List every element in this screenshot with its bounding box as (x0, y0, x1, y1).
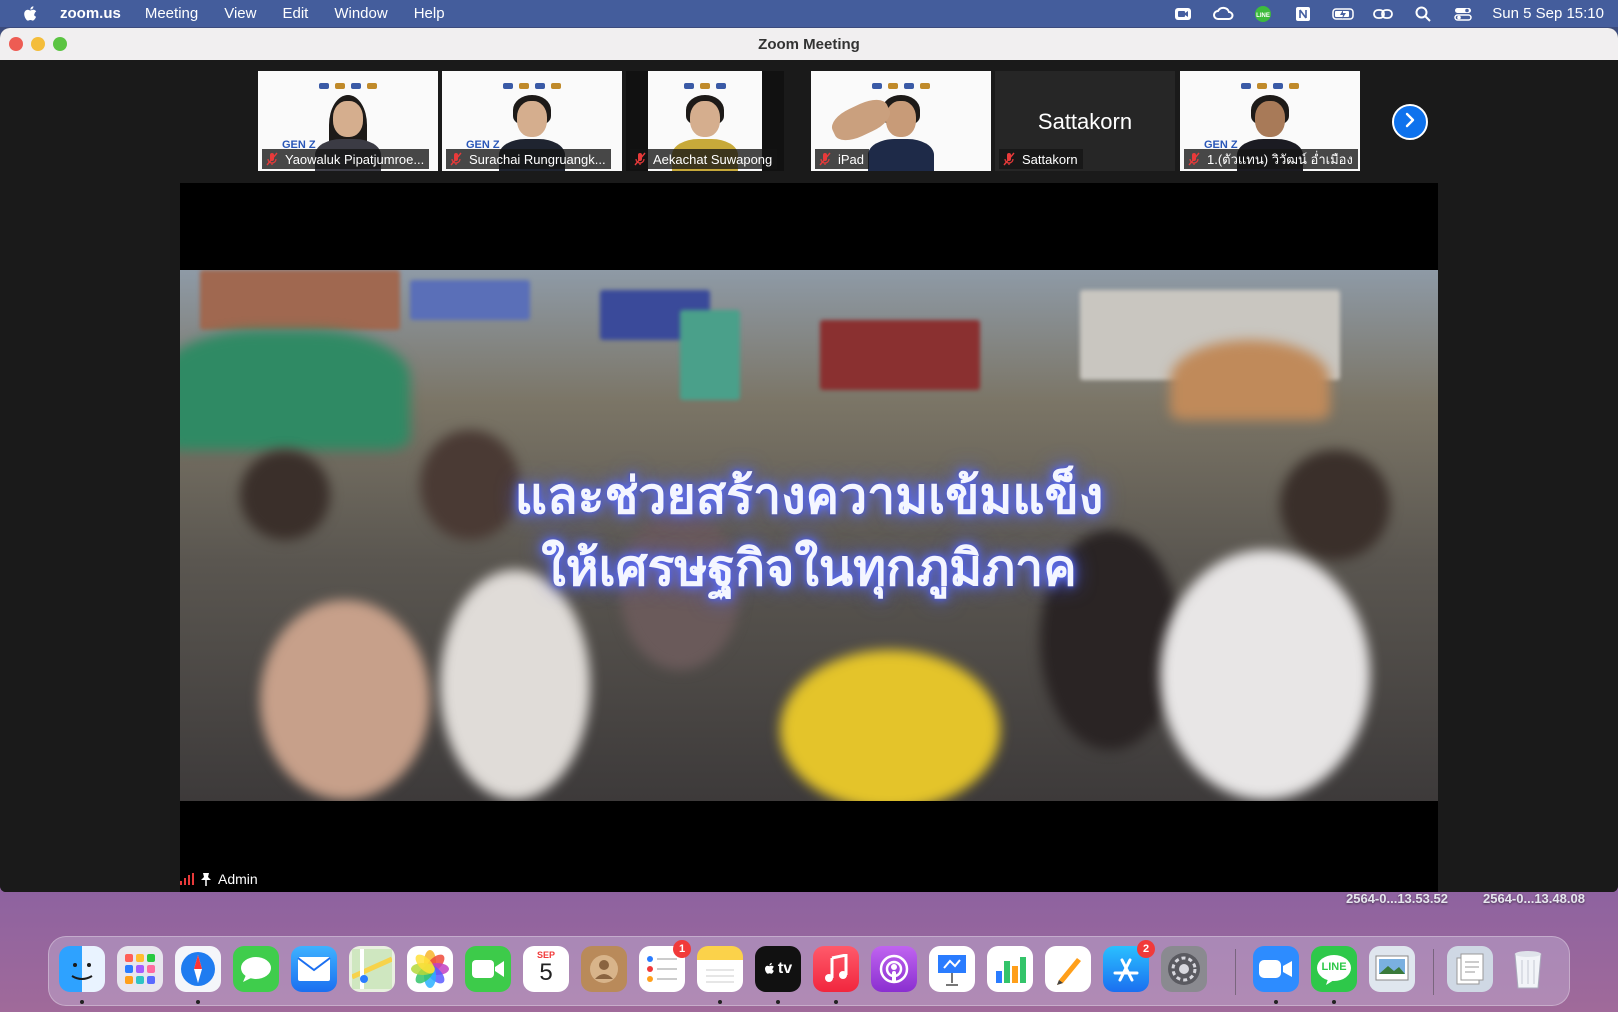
participant-name-tag: Aekachat Suwapong (630, 149, 778, 169)
zoom-app-icon[interactable] (1253, 946, 1299, 992)
battery-icon[interactable] (1332, 5, 1354, 23)
chevron-right-icon (1403, 112, 1417, 133)
menu-edit[interactable]: Edit (282, 5, 308, 22)
mic-muted-icon (818, 152, 832, 166)
podcasts-icon[interactable] (871, 946, 917, 992)
notes-icon[interactable] (697, 946, 743, 992)
meeting-content: GEN Z Yaowaluk Pipatjumroe... GEN Z Sura… (0, 60, 1618, 892)
event-banner (442, 79, 622, 93)
link-icon[interactable] (1372, 5, 1394, 23)
search-icon[interactable] (1412, 5, 1434, 23)
svg-text:LINE: LINE (1256, 13, 1270, 19)
mic-muted-icon (633, 152, 647, 166)
participant-name: 1.(ตัวแทน) วิวัฒน์ อ่ำเมือง (1207, 151, 1353, 167)
mic-muted-icon (449, 152, 463, 166)
participant-name-tag: Surachai Rungruangk... (446, 149, 611, 169)
menu-meeting[interactable]: Meeting (145, 5, 198, 22)
participant-thumbnail[interactable]: Sattakorn Sattakorn (995, 71, 1175, 171)
menu-window[interactable]: Window (334, 5, 387, 22)
contacts-icon[interactable] (581, 946, 627, 992)
event-banner (811, 79, 991, 93)
desktop-file-label[interactable]: 2564-0...13.53.52 (1346, 891, 1448, 906)
event-banner (648, 79, 762, 93)
shared-video-frame: และช่วยสร้างความเข้มแข็ง ให้เศรษฐกิจในทุ… (180, 270, 1438, 801)
preview-icon[interactable] (1369, 946, 1415, 992)
documents-stack-icon[interactable] (1447, 946, 1493, 992)
calendar-icon[interactable]: SEP 5 (523, 946, 569, 992)
mic-muted-icon (265, 152, 279, 166)
finder-icon[interactable] (59, 946, 105, 992)
control-center-icon[interactable] (1452, 5, 1474, 23)
creative-cloud-icon[interactable] (1212, 5, 1234, 23)
menu-view[interactable]: View (224, 5, 256, 22)
line-status-icon[interactable]: LINE (1252, 5, 1274, 23)
maps-icon[interactable] (349, 946, 395, 992)
menu-bar: zoom.us Meeting View Edit Window Help LI… (0, 0, 1618, 27)
close-window-button[interactable] (9, 37, 23, 51)
caption-line-2: ให้เศรษฐกิจในทุกภูมิภาค (541, 539, 1077, 597)
numbers-icon[interactable] (987, 946, 1033, 992)
window-titlebar: Zoom Meeting (0, 28, 1618, 60)
caption-line-1: และช่วยสร้างความเข้มแข็ง (514, 467, 1104, 525)
apple-tv-icon[interactable]: tv (755, 946, 801, 992)
photos-icon[interactable] (407, 946, 453, 992)
participant-name-tag: Sattakorn (999, 149, 1083, 169)
apple-tv-label: tv (777, 960, 793, 977)
participant-name: Surachai Rungruangk... (469, 151, 606, 167)
trash-icon[interactable] (1505, 946, 1551, 992)
desktop-file-label[interactable]: 2564-0...13.48.08 (1483, 891, 1585, 906)
menubar-clock[interactable]: Sun 5 Sep 15:10 (1492, 5, 1604, 22)
mail-icon[interactable] (291, 946, 337, 992)
window-title: Zoom Meeting (758, 35, 860, 53)
event-banner (1180, 79, 1360, 93)
mic-muted-icon (1187, 152, 1201, 166)
apple-icon[interactable] (22, 5, 40, 23)
participant-name: Sattakorn (1022, 151, 1078, 167)
participant-thumbnail[interactable]: GEN Z Yaowaluk Pipatjumroe... (258, 71, 438, 171)
participant-thumbnail[interactable]: GEN Z 1.(ตัวแทน) วิวัฒน์ อ่ำเมือง (1180, 71, 1360, 171)
safari-icon[interactable] (175, 946, 221, 992)
participant-name-tag: 1.(ตัวแทน) วิวัฒน์ อ่ำเมือง (1184, 149, 1358, 169)
app-menu-zoom[interactable]: zoom.us (60, 5, 121, 22)
participant-thumbnail[interactable]: GEN Z Surachai Rungruangk... (442, 71, 622, 171)
participant-name-tag: Yaowaluk Pipatjumroe... (262, 149, 430, 169)
participant-thumbnail[interactable]: Aekachat Suwapong (626, 71, 784, 171)
calendar-day: 5 (539, 959, 553, 986)
presenter-label: Admin (180, 868, 258, 890)
menu-help[interactable]: Help (414, 5, 445, 22)
event-banner (258, 79, 438, 93)
participant-name: iPad (838, 151, 865, 167)
system-preferences-icon[interactable] (1161, 946, 1207, 992)
shared-screen[interactable]: และช่วยสร้างความเข้มแข็ง ให้เศรษฐกิจในทุ… (180, 183, 1438, 892)
participant-thumbnail[interactable]: iPad (811, 71, 991, 171)
notion-icon[interactable] (1292, 5, 1314, 23)
zoom-meeting-window: Zoom Meeting GEN Z Yaowaluk Pipatjumroe.… (0, 28, 1618, 892)
fullscreen-window-button[interactable] (53, 37, 67, 51)
video-caption: และช่วยสร้างความเข้มแข็ง ให้เศรษฐกิจในทุ… (180, 460, 1438, 604)
launchpad-icon[interactable] (117, 946, 163, 992)
signal-strength-icon (180, 873, 194, 885)
pin-icon (200, 872, 212, 886)
next-participants-button[interactable] (1392, 104, 1428, 140)
participant-name-placeholder: Sattakorn (1037, 109, 1133, 134)
participant-name: Yaowaluk Pipatjumroe... (285, 151, 425, 167)
app-store-badge: 2 (1137, 940, 1155, 958)
dock: SEP 5 1 tv 2 LINE (48, 936, 1570, 1006)
pages-icon[interactable] (1045, 946, 1091, 992)
messages-icon[interactable] (233, 946, 279, 992)
zoom-status-icon[interactable] (1172, 5, 1194, 23)
line-app-label: LINE (1321, 961, 1347, 973)
mic-muted-icon (1002, 152, 1016, 166)
music-icon[interactable] (813, 946, 859, 992)
presenter-name: Admin (218, 871, 258, 887)
participant-name-tag: iPad (815, 149, 870, 169)
keynote-icon[interactable] (929, 946, 975, 992)
reminders-badge: 1 (673, 940, 691, 958)
facetime-icon[interactable] (465, 946, 511, 992)
minimize-window-button[interactable] (31, 37, 45, 51)
line-app-icon[interactable]: LINE (1311, 946, 1357, 992)
participant-name: Aekachat Suwapong (653, 151, 773, 167)
